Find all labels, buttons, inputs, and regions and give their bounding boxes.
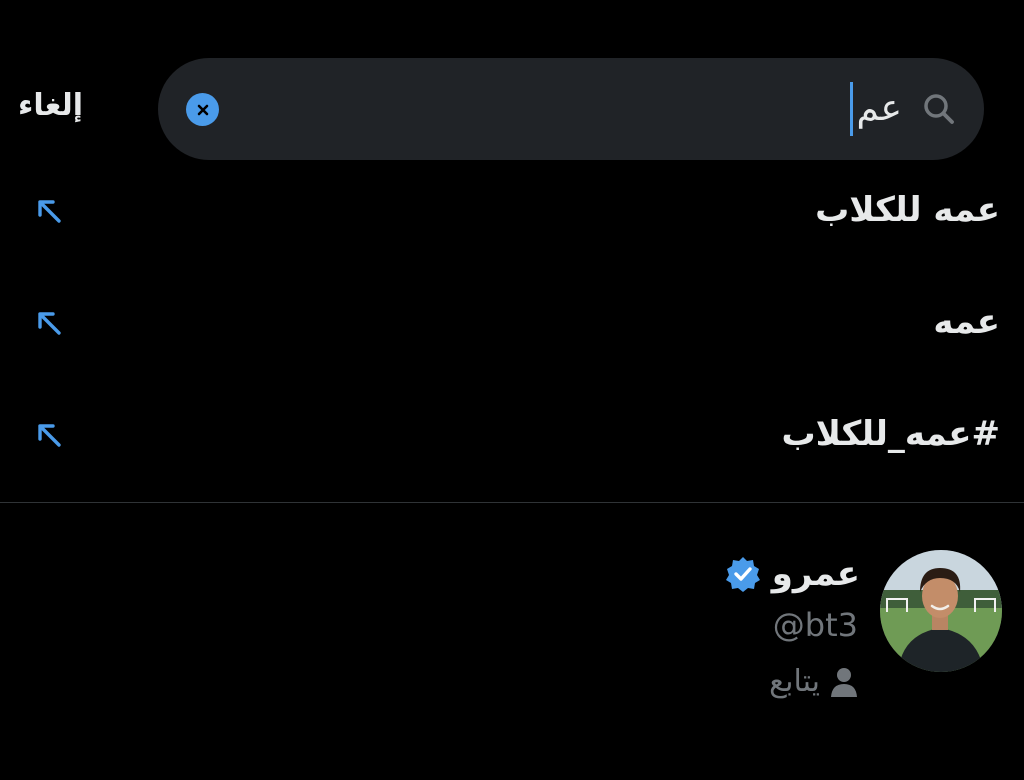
follow-status: يتابع — [769, 664, 858, 699]
suggestion-label: #عمه_للكلاب — [781, 414, 1000, 454]
user-handle: @bt3 — [772, 606, 858, 644]
close-icon — [197, 104, 208, 115]
avatar-image — [880, 550, 1002, 672]
arrow-up-left-icon[interactable] — [34, 308, 64, 338]
follow-status-label: يتابع — [769, 664, 820, 699]
user-name-line: عمرو — [724, 554, 860, 594]
search-icon — [924, 94, 954, 124]
suggestion-label: عمه للكلاب — [815, 190, 1000, 230]
search-suggestion[interactable]: عمه — [0, 292, 1024, 372]
section-divider — [0, 502, 1024, 503]
user-result-row[interactable]: عمرو @bt3 يتابع — [0, 540, 1024, 720]
user-display-name: عمرو — [771, 554, 860, 594]
search-suggestion[interactable]: #عمه_للكلاب — [0, 404, 1024, 484]
verified-badge-icon — [725, 557, 760, 592]
avatar[interactable] — [880, 550, 1002, 672]
arrow-up-left-icon[interactable] — [34, 420, 64, 450]
search-input-value: عم — [856, 88, 902, 129]
search-suggestion[interactable]: عمه للكلاب — [0, 180, 1024, 260]
search-bar[interactable]: عم — [158, 58, 984, 160]
suggestion-label: عمه — [933, 302, 1000, 342]
text-caret — [849, 82, 853, 136]
person-icon — [831, 667, 857, 697]
arrow-up-left-icon[interactable] — [34, 196, 64, 226]
clear-search-button[interactable] — [186, 93, 219, 126]
search-input[interactable]: عم — [849, 80, 902, 138]
cancel-button[interactable]: إلغاء — [18, 88, 83, 123]
